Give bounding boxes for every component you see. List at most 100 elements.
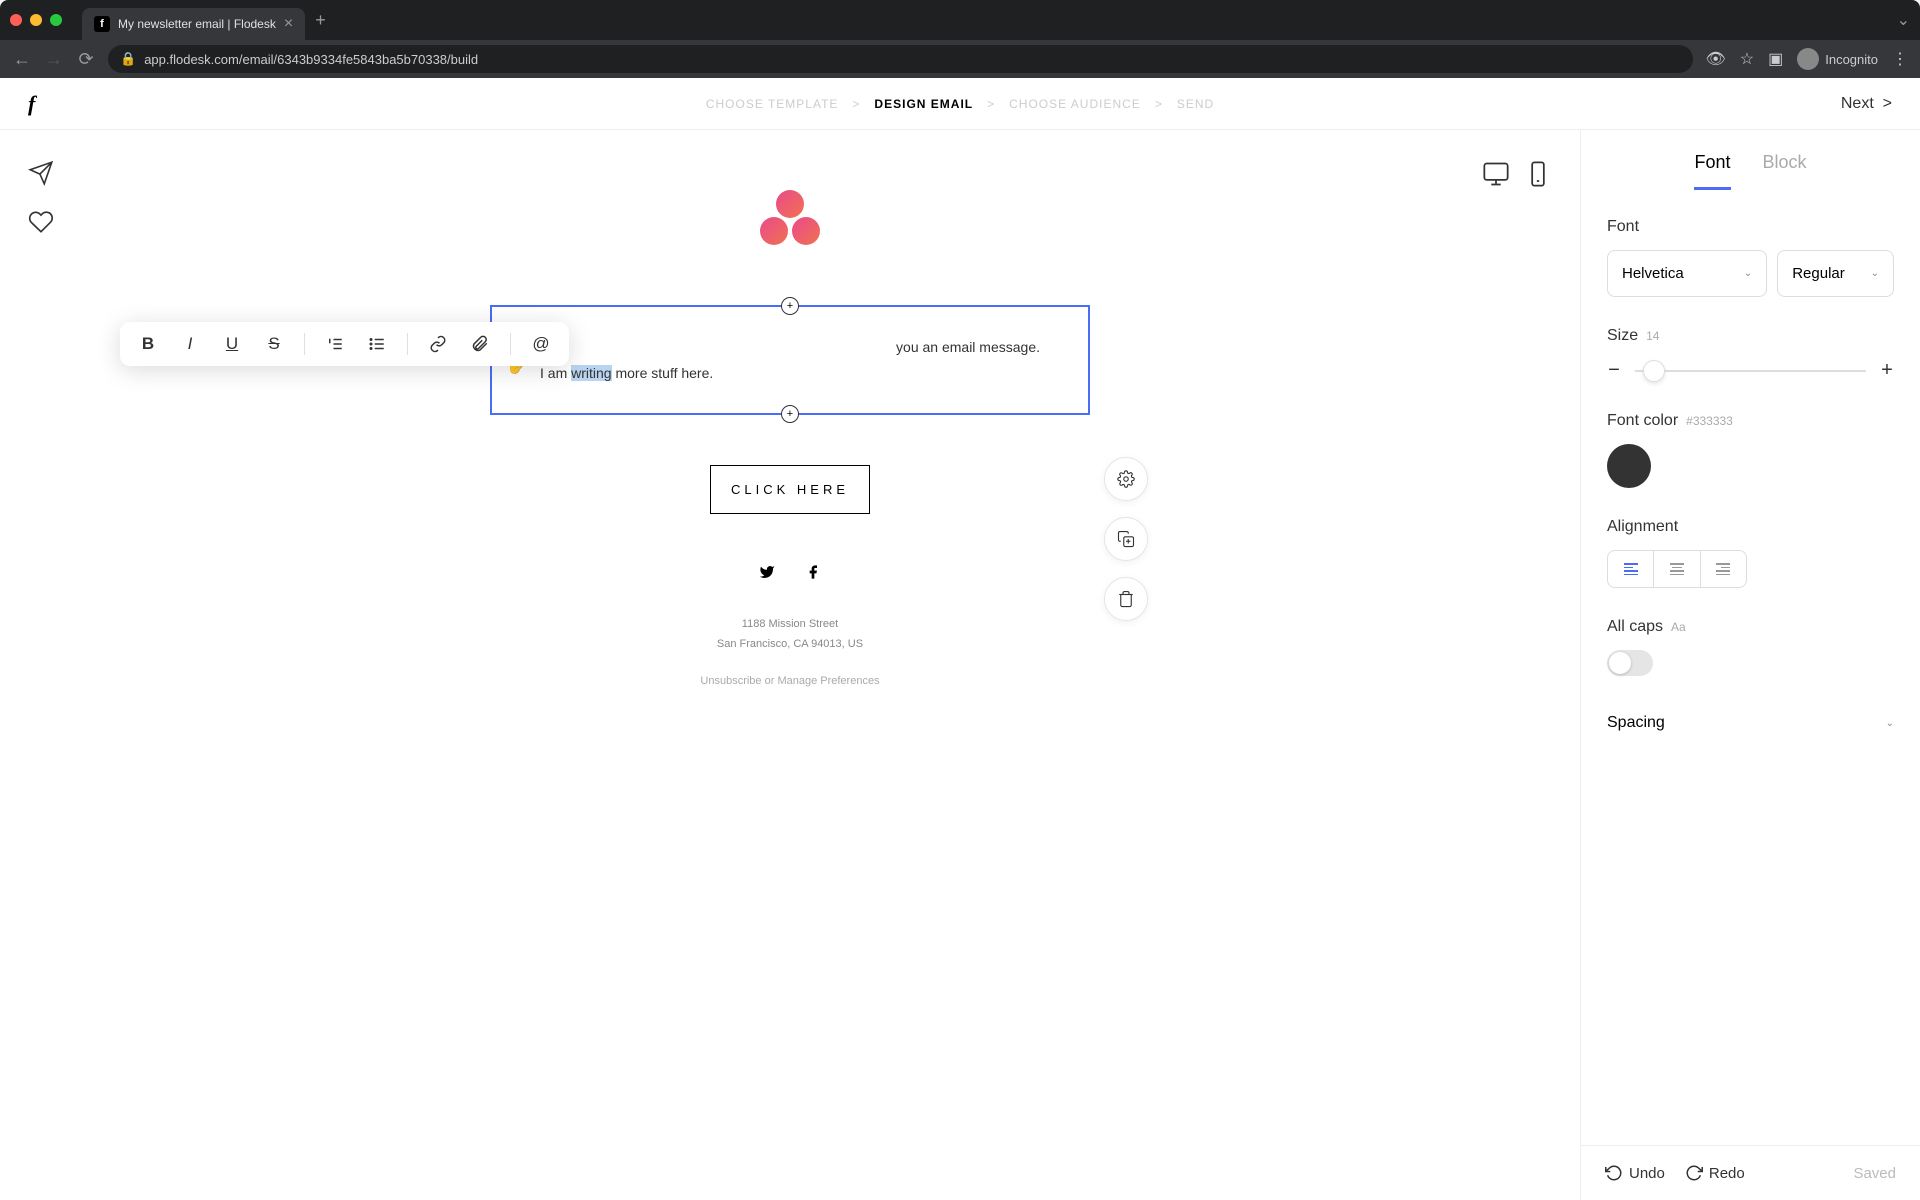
send-preview-icon[interactable] — [28, 160, 54, 191]
size-section: Size 14 − + — [1607, 327, 1894, 382]
duplicate-block-button[interactable] — [1104, 517, 1148, 561]
redo-label: Redo — [1709, 1165, 1745, 1182]
mention-button[interactable]: @ — [529, 332, 553, 356]
favorite-icon[interactable] — [28, 209, 54, 240]
logo-circle — [760, 217, 788, 245]
close-tab-icon[interactable]: × — [284, 15, 293, 33]
font-weight-value: Regular — [1792, 265, 1845, 282]
chevron-down-icon: ⌄ — [1871, 268, 1879, 279]
text-content: I am — [540, 365, 571, 381]
sidebar-content: Font Helvetica ⌄ Regular ⌄ Size 14 — [1581, 190, 1920, 1145]
increase-size-button[interactable]: + — [1880, 359, 1894, 382]
toggle-thumb — [1609, 652, 1631, 674]
spacing-expand[interactable]: Spacing ⌄ — [1607, 706, 1894, 740]
align-left-button[interactable] — [1608, 551, 1654, 587]
strikethrough-button[interactable]: S — [262, 332, 286, 356]
mobile-preview-icon[interactable] — [1524, 160, 1552, 193]
social-icons-block[interactable] — [490, 564, 1090, 585]
text-line-1[interactable]: you an email message. — [540, 339, 1040, 355]
browser-titlebar: f My newsletter email | Flodesk × + ⌄ — [0, 0, 1920, 40]
text-content: more stuff here. — [612, 365, 714, 381]
step-send[interactable]: SEND — [1177, 97, 1214, 111]
maximize-window-button[interactable] — [50, 14, 62, 26]
cta-button-block[interactable]: CLICK HERE — [710, 465, 870, 514]
alignment-group — [1607, 550, 1747, 588]
tab-font[interactable]: Font — [1694, 152, 1730, 190]
allcaps-toggle[interactable] — [1607, 650, 1653, 676]
unsubscribe-link[interactable]: Unsubscribe — [700, 675, 761, 687]
footer-address: 1188 Mission Street San Francisco, CA 94… — [490, 615, 1090, 655]
brand-logo-block[interactable] — [760, 190, 820, 245]
add-block-above-button[interactable]: + — [781, 297, 799, 315]
minimize-window-button[interactable] — [30, 14, 42, 26]
eye-off-icon[interactable]: 👁 — [1705, 49, 1725, 69]
undo-button[interactable]: Undo — [1605, 1164, 1665, 1182]
underline-button[interactable]: U — [220, 332, 244, 356]
app-logo[interactable]: f — [28, 91, 35, 117]
close-window-button[interactable] — [10, 14, 22, 26]
italic-button[interactable]: I — [178, 332, 202, 356]
desktop-preview-icon[interactable] — [1482, 160, 1510, 193]
tab-block[interactable]: Block — [1763, 152, 1807, 190]
facebook-icon[interactable] — [805, 564, 821, 585]
font-weight-select[interactable]: Regular ⌄ — [1777, 250, 1894, 297]
size-value: 14 — [1646, 329, 1659, 343]
bold-button[interactable]: B — [136, 332, 160, 356]
slider-track[interactable] — [1635, 370, 1866, 372]
color-swatch[interactable] — [1607, 444, 1651, 488]
address-line-2: San Francisco, CA 94013, US — [490, 635, 1090, 655]
undo-label: Undo — [1629, 1165, 1665, 1182]
text-content: you an email message. — [896, 339, 1040, 355]
attachment-button[interactable] — [468, 332, 492, 356]
tabs-overflow-icon[interactable]: ⌄ — [1897, 10, 1910, 30]
step-choose-template[interactable]: CHOOSE TEMPLATE — [706, 97, 839, 111]
tab-title: My newsletter email | Flodesk — [118, 17, 276, 31]
browser-tab[interactable]: f My newsletter email | Flodesk × — [82, 8, 305, 40]
menu-icon[interactable]: ⋮ — [1892, 49, 1908, 69]
align-right-button[interactable] — [1701, 551, 1746, 587]
step-separator: > — [852, 97, 860, 111]
panel-icon[interactable]: ▣ — [1768, 49, 1783, 69]
bookmark-icon[interactable]: ☆ — [1740, 49, 1754, 69]
slider-thumb[interactable] — [1643, 360, 1665, 382]
link-button[interactable] — [426, 332, 450, 356]
allcaps-label: All caps Aa — [1607, 618, 1894, 636]
align-right-icon — [1716, 563, 1730, 575]
new-tab-button[interactable]: + — [315, 10, 326, 31]
ordered-list-button[interactable] — [323, 332, 347, 356]
browser-actions: 👁 ☆ ▣ Incognito ⋮ — [1705, 48, 1908, 70]
font-family-select[interactable]: Helvetica ⌄ — [1607, 250, 1767, 297]
delete-block-button[interactable] — [1104, 577, 1148, 621]
align-center-icon — [1670, 563, 1684, 575]
twitter-icon[interactable] — [759, 564, 775, 585]
add-block-below-button[interactable]: + — [781, 405, 799, 423]
address-line-1: 1188 Mission Street — [490, 615, 1090, 635]
address-bar[interactable]: 🔒 app.flodesk.com/email/6343b9334fe5843b… — [108, 45, 1693, 73]
app-header: f CHOOSE TEMPLATE > DESIGN EMAIL > CHOOS… — [0, 78, 1920, 130]
back-button[interactable]: ← — [12, 49, 32, 70]
forward-button[interactable]: → — [44, 49, 64, 70]
sidebar-footer: Undo Redo Saved — [1581, 1145, 1920, 1200]
incognito-icon — [1797, 48, 1819, 70]
redo-button[interactable]: Redo — [1685, 1164, 1745, 1182]
manage-preferences-link[interactable]: Manage Preferences — [777, 675, 879, 687]
step-separator: > — [1155, 97, 1163, 111]
font-family-value: Helvetica — [1622, 265, 1684, 282]
step-design-email[interactable]: DESIGN EMAIL — [874, 97, 973, 111]
step-choose-audience[interactable]: CHOOSE AUDIENCE — [1009, 97, 1141, 111]
text-block-selected[interactable]: + ✋ you an email message. I am writing m… — [490, 305, 1090, 415]
align-center-button[interactable] — [1654, 551, 1700, 587]
block-settings-button[interactable] — [1104, 457, 1148, 501]
url-text: app.flodesk.com/email/6343b9334fe5843ba5… — [144, 52, 478, 67]
or-text: or — [762, 675, 778, 687]
incognito-indicator[interactable]: Incognito — [1797, 48, 1878, 70]
favicon: f — [94, 16, 110, 32]
font-label: Font — [1607, 218, 1894, 236]
reload-button[interactable]: ⟳ — [76, 49, 96, 70]
sidebar-tabs: Font Block — [1581, 130, 1920, 190]
unordered-list-button[interactable] — [365, 332, 389, 356]
text-line-2[interactable]: I am writing more stuff here. — [540, 365, 1040, 381]
spacing-label: Spacing — [1607, 714, 1665, 732]
decrease-size-button[interactable]: − — [1607, 359, 1621, 382]
next-button[interactable]: Next > — [1841, 95, 1892, 113]
